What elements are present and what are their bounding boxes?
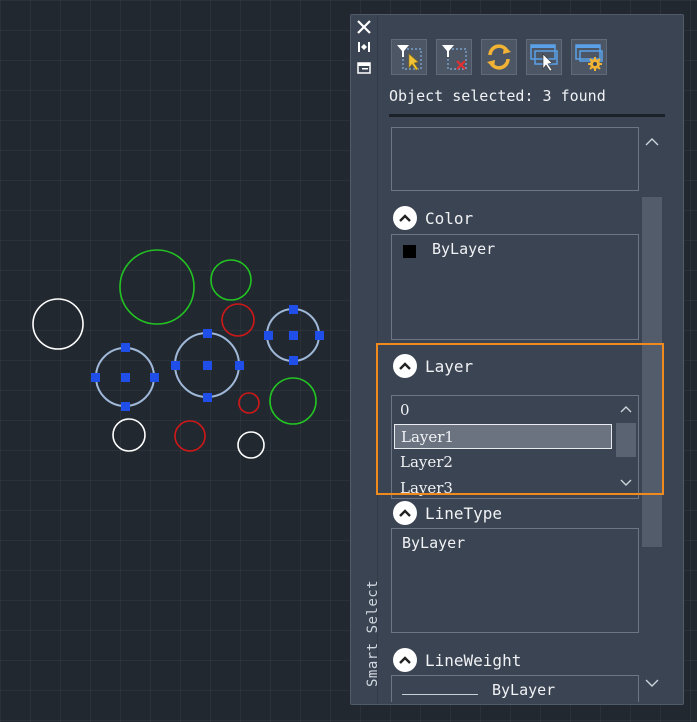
- scroll-down-icon[interactable]: [641, 673, 663, 693]
- chevron-up-icon: [399, 509, 411, 517]
- selection-status: Object selected: 3 found: [389, 87, 606, 105]
- lineweight-section-header: LineWeight: [393, 647, 521, 673]
- divider: [389, 114, 665, 117]
- selected-circle[interactable]: [171, 329, 244, 402]
- select-objects-icon: [530, 44, 558, 72]
- close-icon[interactable]: [355, 18, 373, 36]
- collapse-linetype-button[interactable]: [393, 501, 417, 525]
- select-settings-button[interactable]: [571, 39, 607, 75]
- scroll-up-icon[interactable]: [615, 399, 637, 419]
- palette-title-strip: Smart Select: [351, 15, 381, 704]
- scroll-down-icon[interactable]: [615, 473, 637, 493]
- grip-handle[interactable]: [121, 402, 130, 411]
- chevron-up-icon: [399, 214, 411, 222]
- previous-section-box: [391, 127, 639, 191]
- chevron-up-icon: [399, 656, 411, 664]
- grip-handle[interactable]: [289, 305, 298, 314]
- refresh-icon: [487, 44, 511, 70]
- refresh-button[interactable]: [481, 39, 517, 75]
- smart-select-palette: Smart Select Object selected: 3 found Co…: [350, 14, 684, 705]
- remove-filter-icon: [442, 45, 467, 70]
- chevron-up-icon: [399, 362, 411, 370]
- layer-item[interactable]: Layer2: [394, 450, 612, 475]
- lineweight-list[interactable]: ByLayer: [391, 675, 639, 702]
- grip-handle[interactable]: [315, 331, 324, 340]
- select-by-filter-icon: [397, 45, 422, 71]
- collapse-color-button[interactable]: [393, 206, 417, 230]
- drawing-circle-green[interactable]: [269, 377, 317, 425]
- filter-sections: Color ByLayer Layer 0 Layer1 Layer2 Laye…: [377, 127, 641, 702]
- linetype-item[interactable]: ByLayer: [402, 534, 465, 552]
- grip-handle[interactable]: [289, 331, 298, 340]
- select-settings-icon: [575, 44, 603, 71]
- grip-handle[interactable]: [235, 361, 244, 370]
- color-list[interactable]: ByLayer: [391, 234, 639, 340]
- color-section-header: Color: [393, 205, 473, 231]
- select-objects-button[interactable]: [526, 39, 562, 75]
- properties-menu-icon[interactable]: [355, 59, 373, 77]
- scroll-up-icon[interactable]: [641, 131, 663, 151]
- drawing-circle-green[interactable]: [210, 259, 252, 301]
- drawing-circle-red[interactable]: [238, 392, 260, 414]
- grip-handle[interactable]: [264, 331, 273, 340]
- layer-list-scrollbar[interactable]: [615, 397, 637, 497]
- grip-handle[interactable]: [91, 373, 100, 382]
- layer-item-selected[interactable]: Layer1: [394, 424, 612, 449]
- scroll-thumb[interactable]: [642, 197, 662, 547]
- grip-handle[interactable]: [121, 373, 130, 382]
- layer-item[interactable]: 0: [394, 398, 612, 423]
- drawing-circle-white[interactable]: [237, 431, 265, 459]
- select-by-filter-button[interactable]: [391, 39, 427, 75]
- drawing-circle-white[interactable]: [32, 298, 84, 350]
- grip-handle[interactable]: [203, 361, 212, 370]
- grip-handle[interactable]: [150, 373, 159, 382]
- drawing-circle-red[interactable]: [221, 303, 255, 337]
- lineweight-sample: [402, 694, 478, 695]
- linetype-section-header: LineType: [393, 500, 502, 526]
- color-section-title: Color: [425, 208, 474, 228]
- linetype-list[interactable]: ByLayer: [391, 528, 639, 633]
- drawing-circle-white[interactable]: [112, 418, 146, 452]
- remove-filter-button[interactable]: [436, 39, 472, 75]
- collapse-layer-button[interactable]: [393, 354, 417, 378]
- layer-section-title: Layer: [425, 356, 474, 376]
- color-item[interactable]: ByLayer: [432, 240, 495, 258]
- palette-scrollbar[interactable]: [641, 127, 663, 702]
- layer-item[interactable]: Layer3: [394, 476, 612, 498]
- collapse-lineweight-button[interactable]: [393, 648, 417, 672]
- layer-section-header: Layer: [393, 353, 473, 379]
- color-swatch: [403, 245, 416, 258]
- grip-handle[interactable]: [171, 361, 180, 370]
- grip-handle[interactable]: [203, 393, 212, 402]
- auto-hide-icon[interactable]: [355, 38, 373, 56]
- selected-circle[interactable]: [264, 305, 324, 365]
- scroll-thumb[interactable]: [616, 423, 636, 457]
- selected-circle[interactable]: [91, 343, 159, 411]
- drawing-circle-green[interactable]: [119, 249, 195, 325]
- lineweight-section-title: LineWeight: [425, 650, 522, 670]
- linetype-section-title: LineType: [425, 503, 503, 523]
- layer-list[interactable]: 0 Layer1 Layer2 Layer3: [391, 395, 639, 499]
- grip-handle[interactable]: [289, 356, 298, 365]
- drawing-circle-red[interactable]: [174, 420, 206, 452]
- grip-handle[interactable]: [203, 329, 212, 338]
- grip-handle[interactable]: [121, 343, 130, 352]
- lineweight-item[interactable]: ByLayer: [492, 681, 555, 699]
